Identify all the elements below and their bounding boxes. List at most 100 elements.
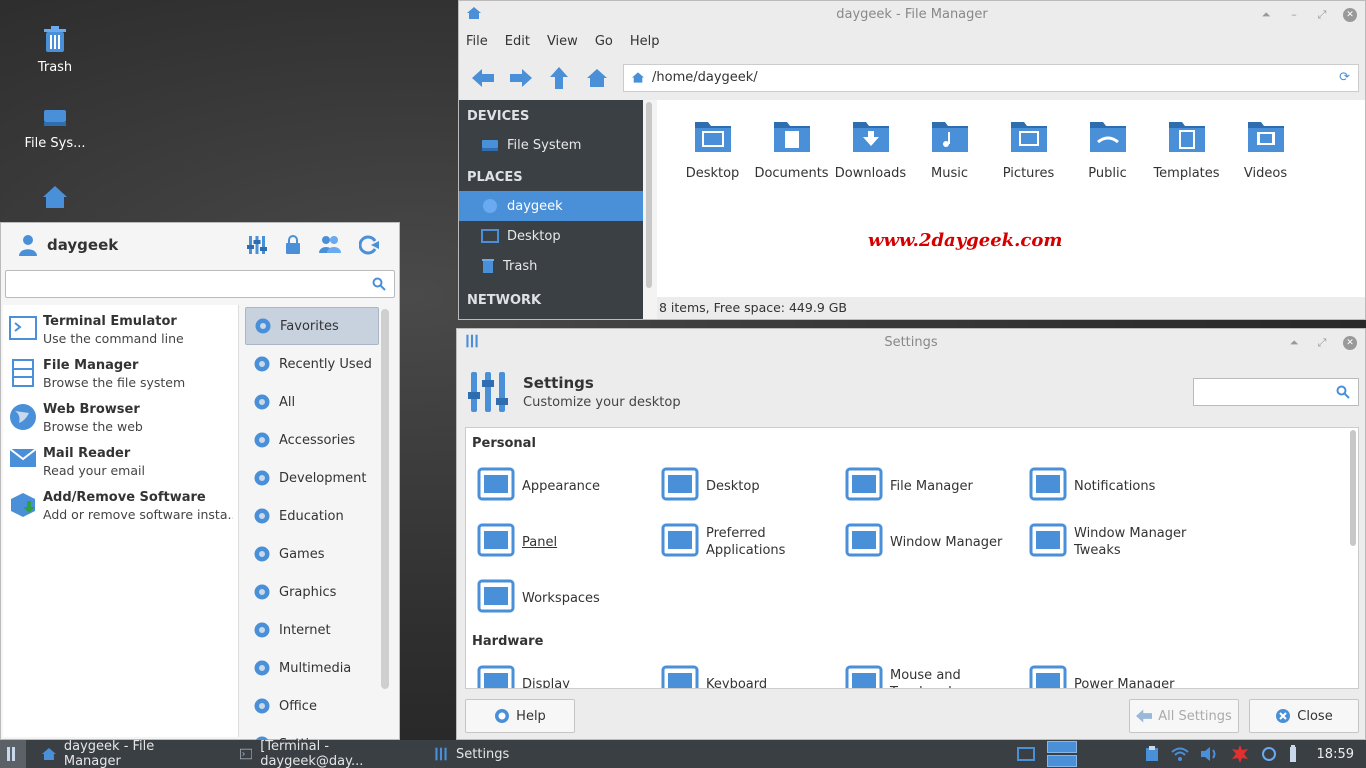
setting-window-manager-tweaks[interactable]: Window Manager Tweaks	[1028, 514, 1212, 570]
all-settings-button[interactable]: All Settings	[1129, 699, 1239, 733]
favorite-file-manager[interactable]: File Manager Browse the file system	[3, 353, 238, 397]
shade-button[interactable]: ⏶	[1259, 8, 1273, 22]
category-graphics[interactable]: Graphics	[245, 573, 379, 611]
category-development[interactable]: Development	[245, 459, 379, 497]
folder-public[interactable]: Public	[1068, 116, 1147, 181]
reload-icon[interactable]: ⟳	[1339, 70, 1350, 85]
task-file-manager[interactable]: daygeek - File Manager	[26, 739, 224, 768]
show-desktop-icon[interactable]	[1016, 747, 1035, 761]
home-button[interactable]	[585, 66, 609, 90]
category-office[interactable]: Office	[245, 687, 379, 725]
setting-panel[interactable]: Panel	[476, 514, 660, 570]
back-button[interactable]	[471, 66, 495, 90]
lock-icon[interactable]	[285, 235, 301, 255]
applications-menu-button[interactable]	[0, 740, 26, 768]
clock[interactable]: 18:59	[1317, 747, 1354, 762]
menu-icon	[7, 747, 15, 761]
task-terminal[interactable]: [Terminal - daygeek@day...	[224, 739, 424, 768]
titlebar[interactable]: daygeek - File Manager ⏶ – ⤢ ✕	[459, 1, 1365, 28]
close-button[interactable]: ✕	[1343, 7, 1357, 22]
setting-desktop[interactable]: Desktop	[660, 458, 844, 514]
up-button[interactable]	[547, 66, 571, 90]
update-notifier-icon[interactable]	[1231, 745, 1249, 763]
section-personal: Personal	[472, 436, 536, 451]
settings-search-input[interactable]	[1193, 378, 1359, 406]
wifi-icon[interactable]	[1170, 747, 1189, 761]
folder-templates[interactable]: Templates	[1147, 116, 1226, 181]
logout-icon[interactable]	[359, 235, 379, 255]
category-internet[interactable]: Internet	[245, 611, 379, 649]
setting-notifications[interactable]: Notifications	[1028, 458, 1212, 514]
maximize-button[interactable]: ⤢	[1315, 8, 1329, 22]
username: daygeek	[47, 236, 119, 254]
sidebar-item-daygeek[interactable]: daygeek	[459, 191, 643, 221]
category-education[interactable]: Education	[245, 497, 379, 535]
sidebar-item-trash[interactable]: Trash	[459, 251, 643, 281]
folder-videos[interactable]: Videos	[1226, 116, 1305, 181]
battery-icon[interactable]	[1289, 745, 1297, 763]
sync-icon[interactable]	[1261, 746, 1277, 762]
desktop-icon-filesystem[interactable]: File Sys...	[10, 106, 100, 151]
category-multimedia[interactable]: Multimedia	[245, 649, 379, 687]
favorite-add-remove-software[interactable]: Add/Remove Software Add or remove softwar…	[3, 485, 238, 529]
close-settings-button[interactable]: Close	[1249, 699, 1359, 733]
folder-downloads[interactable]: Downloads	[831, 116, 910, 181]
favorite-web-browser[interactable]: Web Browser Browse the web	[3, 397, 238, 441]
menu-view[interactable]: View	[547, 34, 578, 49]
setting-display[interactable]: Display	[476, 656, 660, 688]
setting-appearance[interactable]: Appearance	[476, 458, 660, 514]
setting-preferred-applications[interactable]: Preferred Applications	[660, 514, 844, 570]
setting-power-manager[interactable]: Power Manager	[1028, 656, 1212, 688]
sidebar-item-desktop[interactable]: Desktop	[459, 221, 643, 251]
menu-search-input[interactable]	[5, 270, 395, 298]
folder-desktop[interactable]: Desktop	[673, 116, 752, 181]
maximize-button[interactable]: ⤢	[1315, 336, 1329, 350]
close-button[interactable]: ✕	[1343, 335, 1357, 350]
settings-manager-icon[interactable]	[247, 235, 267, 255]
category-favorites[interactable]: Favorites	[245, 307, 379, 345]
settings-subheading: Customize your desktop	[523, 395, 681, 410]
settings-scrollbar[interactable]	[1350, 430, 1356, 546]
shade-button[interactable]: ⏶	[1287, 336, 1301, 350]
favorite-mail-reader[interactable]: Mail Reader Read your email	[3, 441, 238, 485]
menu-file[interactable]: File	[466, 34, 488, 49]
sidebar-item-label: File System	[507, 137, 582, 153]
desktop-icon-trash[interactable]: Trash	[10, 26, 100, 75]
accessories-icon	[254, 432, 270, 448]
sidebar-item-filesystem[interactable]: File System	[459, 130, 643, 160]
volume-icon[interactable]	[1200, 747, 1219, 761]
menu-edit[interactable]: Edit	[505, 34, 530, 49]
sidebar-scrollbar[interactable]	[646, 102, 652, 288]
setting-keyboard[interactable]: Keyboard	[660, 656, 844, 688]
setting-mouse-and-touchpad[interactable]: Mouse and Touchpad	[844, 656, 1028, 688]
category-games[interactable]: Games	[245, 535, 379, 573]
folder-music[interactable]: Music	[910, 116, 989, 181]
desktop-icon-home[interactable]	[10, 184, 100, 216]
folder-documents[interactable]: Documents	[752, 116, 831, 181]
location-bar[interactable]: /home/daygeek/ ⟳	[623, 63, 1359, 92]
help-button[interactable]: Help	[465, 699, 575, 733]
switch-user-icon[interactable]	[319, 235, 341, 253]
app-description: Read your email	[43, 463, 145, 478]
favorite-terminal-emulator[interactable]: Terminal Emulator Use the command line	[3, 309, 238, 353]
titlebar[interactable]: Settings ⏶ ⤢ ✕	[457, 329, 1365, 356]
minimize-button[interactable]: –	[1287, 8, 1301, 22]
mail-icon	[9, 445, 37, 481]
menu-help[interactable]: Help	[630, 34, 660, 49]
clipboard-icon[interactable]	[1145, 746, 1159, 762]
folder-label: Public	[1088, 166, 1127, 181]
setting-file-manager[interactable]: File Manager	[844, 458, 1028, 514]
forward-button[interactable]	[509, 66, 533, 90]
setting-workspaces[interactable]: Workspaces	[476, 570, 660, 626]
setting-window-manager[interactable]: Window Manager	[844, 514, 1028, 570]
workspace-switcher[interactable]	[1046, 741, 1077, 767]
category-scrollbar[interactable]	[381, 309, 389, 689]
category-recently-used[interactable]: Recently Used	[245, 345, 379, 383]
search-icon	[1336, 385, 1350, 399]
category-accessories[interactable]: Accessories	[245, 421, 379, 459]
sidebar-splitter[interactable]	[643, 100, 657, 319]
category-all[interactable]: All	[245, 383, 379, 421]
folder-pictures[interactable]: Pictures	[989, 116, 1068, 181]
menu-go[interactable]: Go	[595, 34, 613, 49]
task-settings[interactable]: Settings	[424, 740, 519, 768]
